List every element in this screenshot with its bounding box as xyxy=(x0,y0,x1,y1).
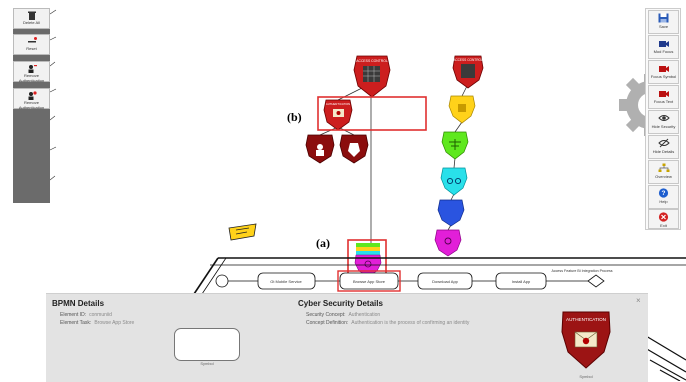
hide-details-button[interactable]: Hide Details xyxy=(648,135,679,159)
cyan-shield[interactable] xyxy=(440,167,468,196)
left-toolbar: Delete All Reset Remove Authentication R… xyxy=(13,8,50,203)
eye-slash-icon xyxy=(657,138,670,148)
overview-button[interactable]: Overview xyxy=(648,160,679,184)
svg-text:Download App: Download App xyxy=(432,279,459,284)
callout-a: (a) xyxy=(316,236,330,250)
minus-icon xyxy=(27,37,37,43)
right-access-shield[interactable]: ACCESS CONTROL xyxy=(452,55,484,89)
authentication-shield[interactable]: AUTHENTICATION xyxy=(323,99,353,131)
svg-text:Browse App Store: Browse App Store xyxy=(353,279,386,284)
help-button[interactable]: ? Help xyxy=(648,185,679,209)
cyber-symbol-caption: Symbol xyxy=(579,374,593,379)
dark-shield-left[interactable] xyxy=(305,134,335,164)
element-id-row: Element ID: conmuniid xyxy=(60,312,112,318)
focus-text-button[interactable]: Focus Text xyxy=(648,85,679,109)
save-icon xyxy=(658,13,669,23)
exit-button[interactable]: Exit xyxy=(648,209,679,229)
svg-text:Gt Mobile Service: Gt Mobile Service xyxy=(270,279,302,284)
sketch-marks xyxy=(49,9,677,191)
cyber-details-title: Cyber Security Details xyxy=(298,299,383,308)
close-panel-icon[interactable]: × xyxy=(636,296,641,305)
focus-symbol-button[interactable]: Focus Symbol xyxy=(648,60,679,84)
camera-icon xyxy=(658,41,669,47)
task-browse-app-store[interactable]: Browse App Store xyxy=(337,270,401,292)
dark-shield-right[interactable] xyxy=(339,134,369,164)
yellow-shield[interactable] xyxy=(448,95,476,124)
details-panel: BPMN Details Element ID: conmuniid Elemen… xyxy=(46,293,648,382)
element-task-row: Element Task: Browse App Store xyxy=(60,320,135,326)
user-remove-icon xyxy=(28,65,37,73)
shield-label: ACCESS CONTROL xyxy=(356,59,388,63)
camera-red-icon xyxy=(658,91,669,97)
camera-red-icon xyxy=(658,66,669,72)
concept-definition-row: Concept Definition: Authentication is the… xyxy=(306,320,470,326)
bpmn-details-title: BPMN Details xyxy=(52,299,105,308)
access-control-shield[interactable]: ACCESS CONTROL xyxy=(353,55,391,98)
green-shield[interactable] xyxy=(441,131,469,160)
remove-authentication-button-2[interactable]: Remove Authentication xyxy=(13,88,50,110)
svg-text:?: ? xyxy=(662,190,666,197)
authentication-badge: AUTHENTICATION xyxy=(561,311,611,369)
trash-icon xyxy=(27,11,36,20)
blue-shield[interactable] xyxy=(437,199,465,227)
task-get-mobile-service[interactable]: Gt Mobile Service xyxy=(257,272,316,290)
close-icon xyxy=(658,212,669,222)
hide-security-button[interactable]: Hide Security xyxy=(648,110,679,134)
remove-authentication-button[interactable]: Remove Authentication xyxy=(13,61,50,83)
note-icon[interactable] xyxy=(228,223,257,241)
delete-all-button[interactable]: Delete All xyxy=(13,8,50,29)
task-install-app[interactable]: Install App xyxy=(495,272,547,290)
right-toolbar: Save Mod Focus Focus Symbol Focus Text H… xyxy=(645,8,681,230)
callout-b: (b) xyxy=(287,110,302,124)
end-event-note: Access Feature Bi Integration Process xyxy=(551,269,612,273)
save-button[interactable]: Save xyxy=(648,10,679,34)
help-icon: ? xyxy=(658,188,669,198)
tree-icon xyxy=(658,163,669,172)
svg-text:Install App: Install App xyxy=(512,279,531,284)
magenta-shield[interactable] xyxy=(434,229,462,257)
task-download-app[interactable]: Download App xyxy=(417,272,473,290)
gear-user-icon xyxy=(28,91,37,100)
badge-text: AUTHENTICATION xyxy=(566,317,606,322)
bpmn-symbol-caption: Symbol xyxy=(200,361,214,366)
reset-button[interactable]: Reset xyxy=(13,34,50,55)
child-shield-label: AUTHENTICATION xyxy=(326,102,350,106)
bpmn-symbol-box xyxy=(174,328,240,361)
security-concept-row: Security Concept: Authentication xyxy=(306,312,381,318)
right-shield-label: ACCESS CONTROL xyxy=(453,58,483,62)
eye-icon xyxy=(657,115,670,121)
mod-focus-button[interactable]: Mod Focus xyxy=(648,35,679,59)
